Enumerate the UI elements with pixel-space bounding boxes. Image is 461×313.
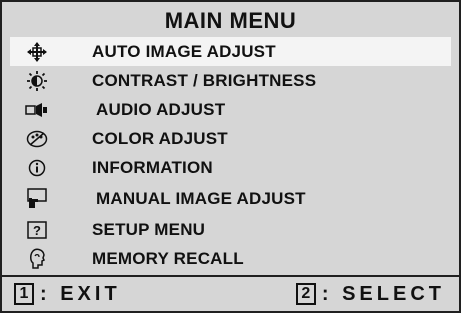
- brightness-icon: [24, 70, 50, 92]
- exit-key[interactable]: 1: [14, 283, 34, 305]
- position-arrows-icon: [24, 41, 50, 63]
- exit-control[interactable]: 1 : EXIT: [14, 283, 121, 306]
- color-palette-icon: [24, 128, 50, 150]
- menu-item-audio-adjust[interactable]: AUDIO ADJUST: [10, 95, 451, 124]
- menu-item-auto-image-adjust[interactable]: AUTO IMAGE ADJUST: [10, 37, 451, 66]
- menu-item-information[interactable]: INFORMATION: [10, 153, 451, 182]
- menu-item-label: MEMORY RECALL: [92, 248, 244, 268]
- menu-item-label: INFORMATION: [92, 157, 213, 177]
- select-label: : SELECT: [321, 282, 445, 305]
- menu-item-color-adjust[interactable]: COLOR ADJUST: [10, 124, 451, 153]
- menu-list: AUTO IMAGE ADJUST CONTRAST / BRIGHTNESS: [10, 37, 451, 273]
- menu-title: MAIN MENU: [164, 8, 297, 33]
- exit-label: : EXIT: [40, 282, 121, 305]
- svg-text:?: ?: [33, 223, 41, 238]
- menu-item-label: AUTO IMAGE ADJUST: [92, 41, 276, 61]
- menu-item-label: CONTRAST / BRIGHTNESS: [92, 70, 317, 90]
- menu-item-manual-image-adjust[interactable]: MANUAL IMAGE ADJUST: [10, 182, 451, 215]
- menu-item-label: SETUP MENU: [92, 219, 206, 239]
- select-key[interactable]: 2: [295, 283, 316, 305]
- speaker-icon: [24, 99, 50, 121]
- menu-item-label: AUDIO ADJUST: [96, 99, 226, 119]
- help-question-icon: ?: [24, 219, 50, 241]
- select-control[interactable]: 2 : SELECT: [295, 282, 445, 306]
- menu-item-memory-recall[interactable]: MEMORY RECALL: [10, 244, 451, 273]
- footer-bar: 1 : EXIT 2 : SELECT: [2, 275, 459, 311]
- memory-head-icon: [24, 248, 50, 270]
- monitor-hand-icon: [24, 187, 50, 210]
- menu-item-label: MANUAL IMAGE ADJUST: [96, 188, 306, 208]
- menu-item-contrast-brightness[interactable]: CONTRAST / BRIGHTNESS: [10, 66, 451, 95]
- info-icon: [24, 157, 50, 179]
- menu-item-setup-menu[interactable]: ? SETUP MENU: [10, 215, 451, 244]
- osd-main-menu: MAIN MENU AUTO IMAGE ADJUST CONTRAST / B…: [0, 0, 461, 313]
- menu-item-label: COLOR ADJUST: [92, 128, 228, 148]
